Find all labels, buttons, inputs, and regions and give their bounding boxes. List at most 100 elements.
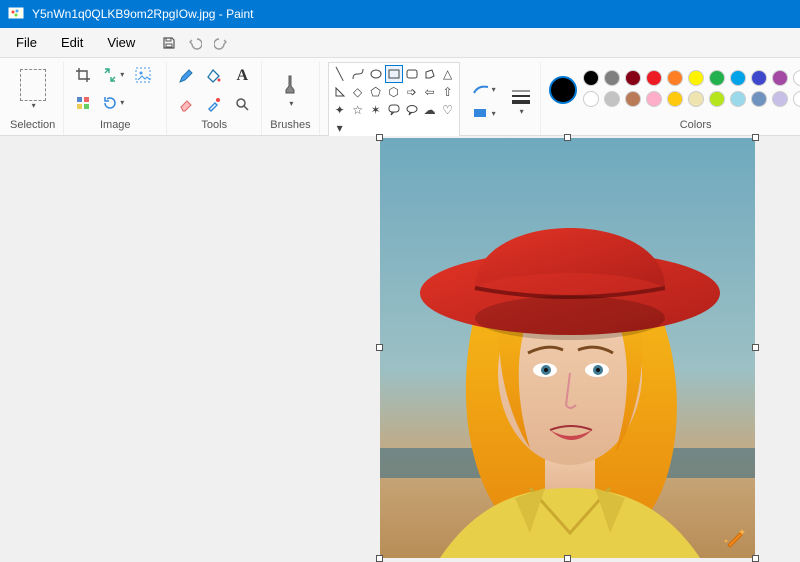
chevron-down-icon[interactable]: ▾ bbox=[520, 107, 524, 116]
resize-icon[interactable]: ▾ bbox=[102, 64, 124, 86]
menu-view[interactable]: View bbox=[97, 31, 145, 54]
fill-icon[interactable] bbox=[203, 65, 225, 87]
color-swatch[interactable] bbox=[667, 70, 683, 86]
color-palette bbox=[583, 70, 800, 109]
resize-handle-bottom-right[interactable] bbox=[752, 555, 759, 562]
color-swatch[interactable] bbox=[709, 91, 725, 107]
shape-oval-icon[interactable] bbox=[368, 66, 384, 82]
shape-star6-icon[interactable]: ✶ bbox=[368, 102, 384, 118]
shape-rounded-rect-icon[interactable] bbox=[404, 66, 420, 82]
resize-handle-bottom[interactable] bbox=[564, 555, 571, 562]
undo-icon[interactable] bbox=[187, 35, 203, 51]
window-title: Y5nWn1q0QLKB9om2RpgIOw.jpg - Paint bbox=[32, 7, 253, 21]
color-swatch[interactable] bbox=[688, 91, 704, 107]
canvas-area[interactable] bbox=[0, 136, 800, 560]
image-select-icon[interactable] bbox=[132, 64, 154, 86]
shape-triangle-icon[interactable]: △ bbox=[440, 66, 456, 82]
shape-more-icon[interactable]: ▾ bbox=[332, 120, 348, 136]
color-swatch[interactable] bbox=[772, 91, 788, 107]
resize-handle-left[interactable] bbox=[376, 344, 383, 351]
magnifier-icon[interactable] bbox=[231, 93, 253, 115]
shape-right-triangle-icon[interactable] bbox=[332, 84, 348, 100]
color-swatch[interactable] bbox=[793, 91, 800, 107]
color-swatch[interactable] bbox=[688, 70, 704, 86]
ribbon: ▾ Selection ▾ ▾ Image A bbox=[0, 58, 800, 136]
shape-hexagon-icon[interactable]: ⬡ bbox=[386, 84, 402, 100]
group-selection: ▾ Selection bbox=[2, 62, 64, 135]
app-icon bbox=[8, 6, 24, 22]
shape-callout-cloud-icon[interactable]: ☁ bbox=[422, 102, 438, 118]
magic-pencil-icon[interactable] bbox=[721, 524, 749, 552]
title-bar: Y5nWn1q0QLKB9om2RpgIOw.jpg - Paint bbox=[0, 0, 800, 28]
group-label-brushes: Brushes bbox=[270, 117, 310, 135]
shape-arrow-right-icon[interactable]: ➩ bbox=[404, 84, 420, 100]
color-swatch[interactable] bbox=[730, 70, 746, 86]
group-brushes: ▾ Brushes bbox=[262, 62, 319, 135]
save-icon[interactable] bbox=[161, 35, 177, 51]
resize-handle-top-right[interactable] bbox=[752, 134, 759, 141]
chevron-down-icon[interactable]: ▾ bbox=[32, 101, 36, 110]
shape-curve-icon[interactable] bbox=[350, 66, 366, 82]
size-icon[interactable] bbox=[510, 87, 532, 107]
shape-diamond-icon[interactable]: ◇ bbox=[350, 84, 366, 100]
color-swatch[interactable] bbox=[646, 91, 662, 107]
eraser-icon[interactable] bbox=[175, 93, 197, 115]
canvas-image[interactable] bbox=[380, 138, 755, 558]
color-swatch[interactable] bbox=[751, 91, 767, 107]
color-swatch[interactable] bbox=[772, 70, 788, 86]
group-label-selection: Selection bbox=[10, 117, 55, 135]
shapes-gallery[interactable]: ╲ △ ◇ ⬠ ⬡ ➩ ⇦ ⇧ ✦ ☆ ✶ ☁ ♡ bbox=[328, 62, 460, 140]
group-label-image: Image bbox=[100, 117, 131, 135]
color-swatch[interactable] bbox=[604, 91, 620, 107]
shape-arrow-up-icon[interactable]: ⇧ bbox=[440, 84, 456, 100]
shape-rectangle-icon[interactable] bbox=[386, 66, 402, 82]
color-swatch[interactable] bbox=[793, 70, 800, 86]
color-swatch[interactable] bbox=[625, 70, 641, 86]
pencil-icon[interactable] bbox=[175, 65, 197, 87]
color-swatch[interactable] bbox=[583, 70, 599, 86]
group-tools: A Tools bbox=[167, 62, 262, 135]
shape-arrow-left-icon[interactable]: ⇦ bbox=[422, 84, 438, 100]
color-swatch[interactable] bbox=[709, 70, 725, 86]
group-image: ▾ ▾ Image bbox=[64, 62, 167, 135]
color-swatch[interactable] bbox=[751, 70, 767, 86]
color-swatch[interactable] bbox=[604, 70, 620, 86]
color-swatch[interactable] bbox=[625, 91, 641, 107]
resize-handle-top[interactable] bbox=[564, 134, 571, 141]
eyedropper-icon[interactable] bbox=[203, 93, 225, 115]
resize-handle-top-left[interactable] bbox=[376, 134, 383, 141]
menu-file[interactable]: File bbox=[6, 31, 47, 54]
color-swatch[interactable] bbox=[730, 91, 746, 107]
group-shapes: ╲ △ ◇ ⬠ ⬡ ➩ ⇦ ⇧ ✦ ☆ ✶ ☁ ♡ bbox=[320, 62, 541, 135]
shape-heart-icon[interactable]: ♡ bbox=[440, 102, 456, 118]
select-tool[interactable] bbox=[20, 69, 46, 101]
crop-icon[interactable] bbox=[72, 64, 94, 86]
menu-edit[interactable]: Edit bbox=[51, 31, 93, 54]
image-selection-frame[interactable] bbox=[380, 138, 755, 558]
group-label-tools: Tools bbox=[201, 117, 227, 135]
chevron-down-icon[interactable]: ▾ bbox=[289, 99, 293, 108]
color-swatch[interactable] bbox=[667, 91, 683, 107]
shape-callout-oval-icon[interactable] bbox=[404, 102, 420, 118]
shape-line-icon[interactable]: ╲ bbox=[332, 66, 348, 82]
text-icon[interactable]: A bbox=[231, 65, 253, 87]
brush-icon[interactable] bbox=[281, 71, 299, 99]
shape-callout-rounded-icon[interactable] bbox=[386, 102, 402, 118]
shape-fill-icon[interactable]: ▾ bbox=[470, 104, 498, 122]
resize-handle-right[interactable] bbox=[752, 344, 759, 351]
shape-polygon-icon[interactable] bbox=[422, 66, 438, 82]
transparent-selection-icon[interactable] bbox=[72, 92, 94, 114]
menu-bar: File Edit View bbox=[0, 28, 800, 58]
selected-color-swatch[interactable] bbox=[549, 76, 577, 104]
shape-star5-icon[interactable]: ☆ bbox=[350, 102, 366, 118]
group-colors: Colors bbox=[541, 62, 800, 135]
color-swatch[interactable] bbox=[583, 91, 599, 107]
shape-star4-icon[interactable]: ✦ bbox=[332, 102, 348, 118]
resize-handle-bottom-left[interactable] bbox=[376, 555, 383, 562]
redo-icon[interactable] bbox=[213, 35, 229, 51]
shape-outline-icon[interactable]: ▾ bbox=[470, 80, 498, 98]
group-label-colors: Colors bbox=[680, 117, 712, 135]
rotate-icon[interactable]: ▾ bbox=[102, 92, 124, 114]
shape-pentagon-icon[interactable]: ⬠ bbox=[368, 84, 384, 100]
color-swatch[interactable] bbox=[646, 70, 662, 86]
